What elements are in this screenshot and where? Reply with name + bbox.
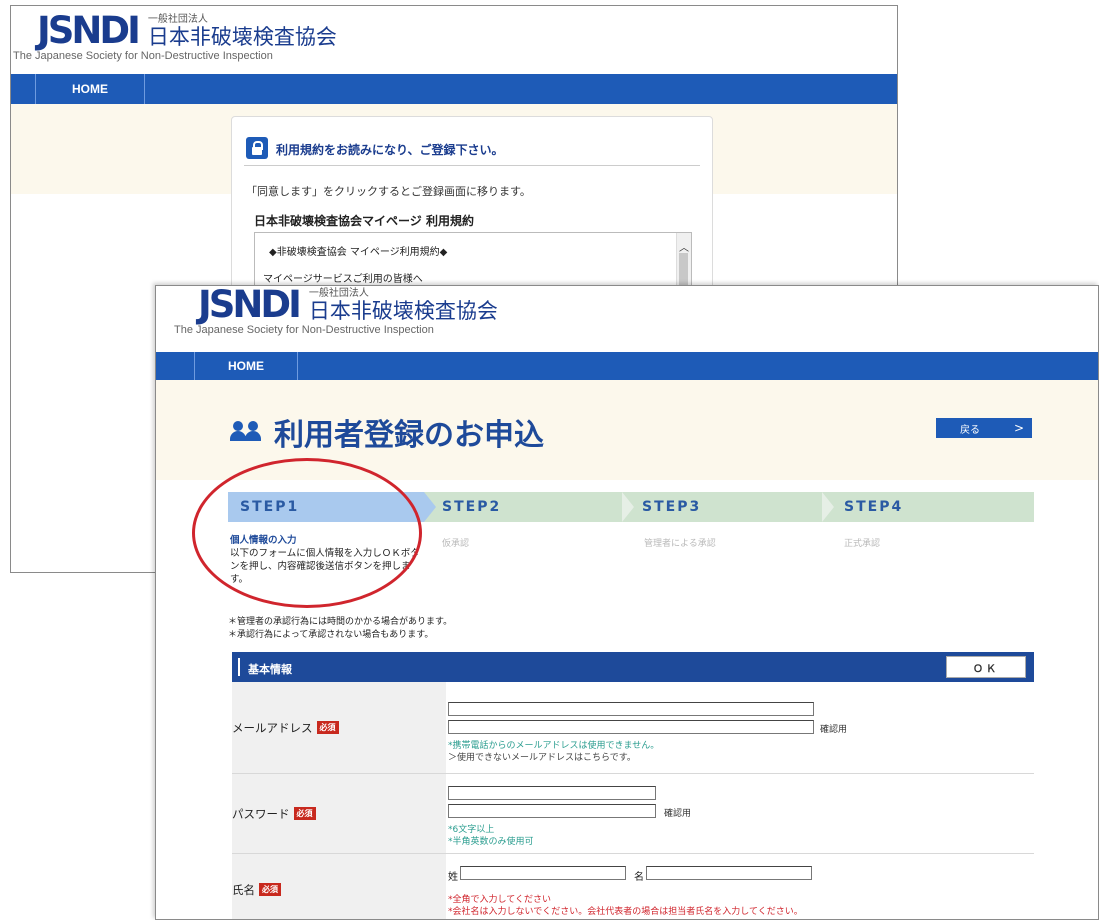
logo-japanese-name: 日本非破壊検査協会: [308, 299, 498, 323]
notes: ＊管理者の承認行為には時間のかかる場合があります。 ＊承認行為によって承認されな…: [228, 616, 452, 642]
logo-mark: JSNDI: [37, 9, 141, 52]
step-separator: [622, 492, 634, 522]
required-badge: 必須: [259, 883, 281, 896]
note-line: ＊管理者の承認行為には時間のかかる場合があります。: [228, 617, 453, 627]
step2-description: 仮承認: [442, 539, 470, 549]
header-accent: [238, 658, 240, 676]
step-4: STEP4: [844, 492, 1024, 522]
password-confirm-input[interactable]: [448, 804, 656, 818]
step-label: STEP3: [642, 499, 702, 515]
terms-card-title: 利用規約をお読みになり、ご登録下さい。: [276, 143, 504, 157]
last-name-label: 姓: [448, 872, 458, 883]
required-badge: 必須: [293, 807, 316, 820]
password-hint: *半角英数のみ使用可: [448, 837, 534, 847]
terms-line: マイページサービスご利用の皆様へ: [263, 274, 423, 285]
page-title: 利用者登録のお申込: [230, 410, 544, 454]
row-label: パスワード 必須: [232, 774, 446, 853]
nav-home[interactable]: HOME: [35, 74, 145, 104]
main-navbar: HOME: [11, 74, 897, 104]
site-logo[interactable]: JSNDI 一般社団法人 日本非破壊検査協会: [37, 9, 337, 52]
name-label: 氏名: [232, 882, 255, 897]
step-2: STEP2: [442, 492, 622, 522]
email-confirm-input[interactable]: [448, 720, 814, 734]
logo-small-text: 一般社団法人: [308, 288, 369, 299]
terms-line: ◆非破壊検査協会 マイページ利用規約◆: [269, 247, 448, 258]
site-logo[interactable]: JSNDI 一般社団法人 日本非破壊検査協会: [198, 285, 498, 326]
divider: [244, 165, 700, 166]
logo-english-name: The Japanese Society for Non-Destructive…: [174, 324, 434, 336]
lock-icon: [246, 137, 268, 159]
name-hint: *会社名は入力しないでください。会社代表者の場合は担当者氏名を入力してください。: [448, 907, 803, 917]
required-badge: 必須: [316, 721, 339, 734]
back-button-label: 戻る: [960, 424, 980, 436]
email-input[interactable]: [448, 702, 814, 716]
main-navbar: HOME: [156, 352, 1098, 380]
password-input[interactable]: [448, 786, 656, 800]
email-label: メールアドレス: [232, 720, 313, 735]
last-name-input[interactable]: [460, 866, 626, 880]
chevron-right-icon: >: [1013, 421, 1024, 435]
blocked-email-link[interactable]: ＞使用できないメールアドレスはこちらです。: [448, 750, 636, 763]
logo-small-text: 一般社団法人: [147, 14, 208, 25]
email-row: メールアドレス 必須 確認用 *携帯電話からのメールアドレスは使用できません。 …: [232, 682, 1034, 774]
logo-mark: JSNDI: [198, 285, 302, 326]
users-icon: [230, 419, 264, 445]
logo-text: 一般社団法人 日本非破壊検査協会: [309, 288, 498, 323]
note-line: ＊承認行為によって承認されない場合もあります。: [228, 630, 434, 640]
step-separator: [424, 492, 436, 522]
annotation-highlight-circle: [192, 458, 422, 608]
step-3: STEP3: [642, 492, 822, 522]
step4-description: 正式承認: [844, 539, 881, 549]
terms-heading: 日本非破壊検査協会マイページ 利用規約: [254, 214, 474, 228]
logo-text: 一般社団法人 日本非破壊検査協会: [148, 14, 337, 49]
logo-japanese-name: 日本非破壊検査協会: [147, 25, 337, 49]
row-label: メールアドレス 必須: [232, 682, 446, 773]
step-label: STEP4: [844, 499, 904, 515]
name-row: 氏名 必須 姓 名 *全角で入力してください *会社名は入力しないでください。会…: [232, 854, 1034, 919]
back-button[interactable]: 戻る >: [936, 418, 1032, 438]
ok-button[interactable]: ＯＫ: [946, 656, 1026, 678]
front-window-screenshot: JSNDI 一般社団法人 日本非破壊検査協会 The Japanese Soci…: [155, 285, 1099, 920]
first-name-label: 名: [634, 872, 644, 883]
terms-card-description: 「同意します」をクリックするとご登録画面に移ります。: [246, 185, 531, 198]
first-name-input[interactable]: [646, 866, 812, 880]
nav-home[interactable]: HOME: [194, 352, 298, 380]
step3-description: 管理者による承認: [644, 539, 716, 549]
page-title-text: 利用者登録のお申込: [274, 418, 544, 453]
confirm-label: 確認用: [820, 725, 848, 735]
confirm-label: 確認用: [664, 809, 692, 819]
form-section-header: 基本情報 ＯＫ: [232, 652, 1034, 682]
section-title: 基本情報: [248, 663, 292, 676]
step-label: STEP2: [442, 499, 502, 515]
chevron-up-icon[interactable]: ︿: [679, 239, 689, 254]
row-label: 氏名 必須: [232, 854, 446, 919]
password-row: パスワード 必須 確認用 *6文字以上 *半角英数のみ使用可: [232, 774, 1034, 854]
password-label: パスワード: [232, 806, 290, 821]
step-separator: [822, 492, 834, 522]
logo-english-name: The Japanese Society for Non-Destructive…: [13, 50, 273, 62]
